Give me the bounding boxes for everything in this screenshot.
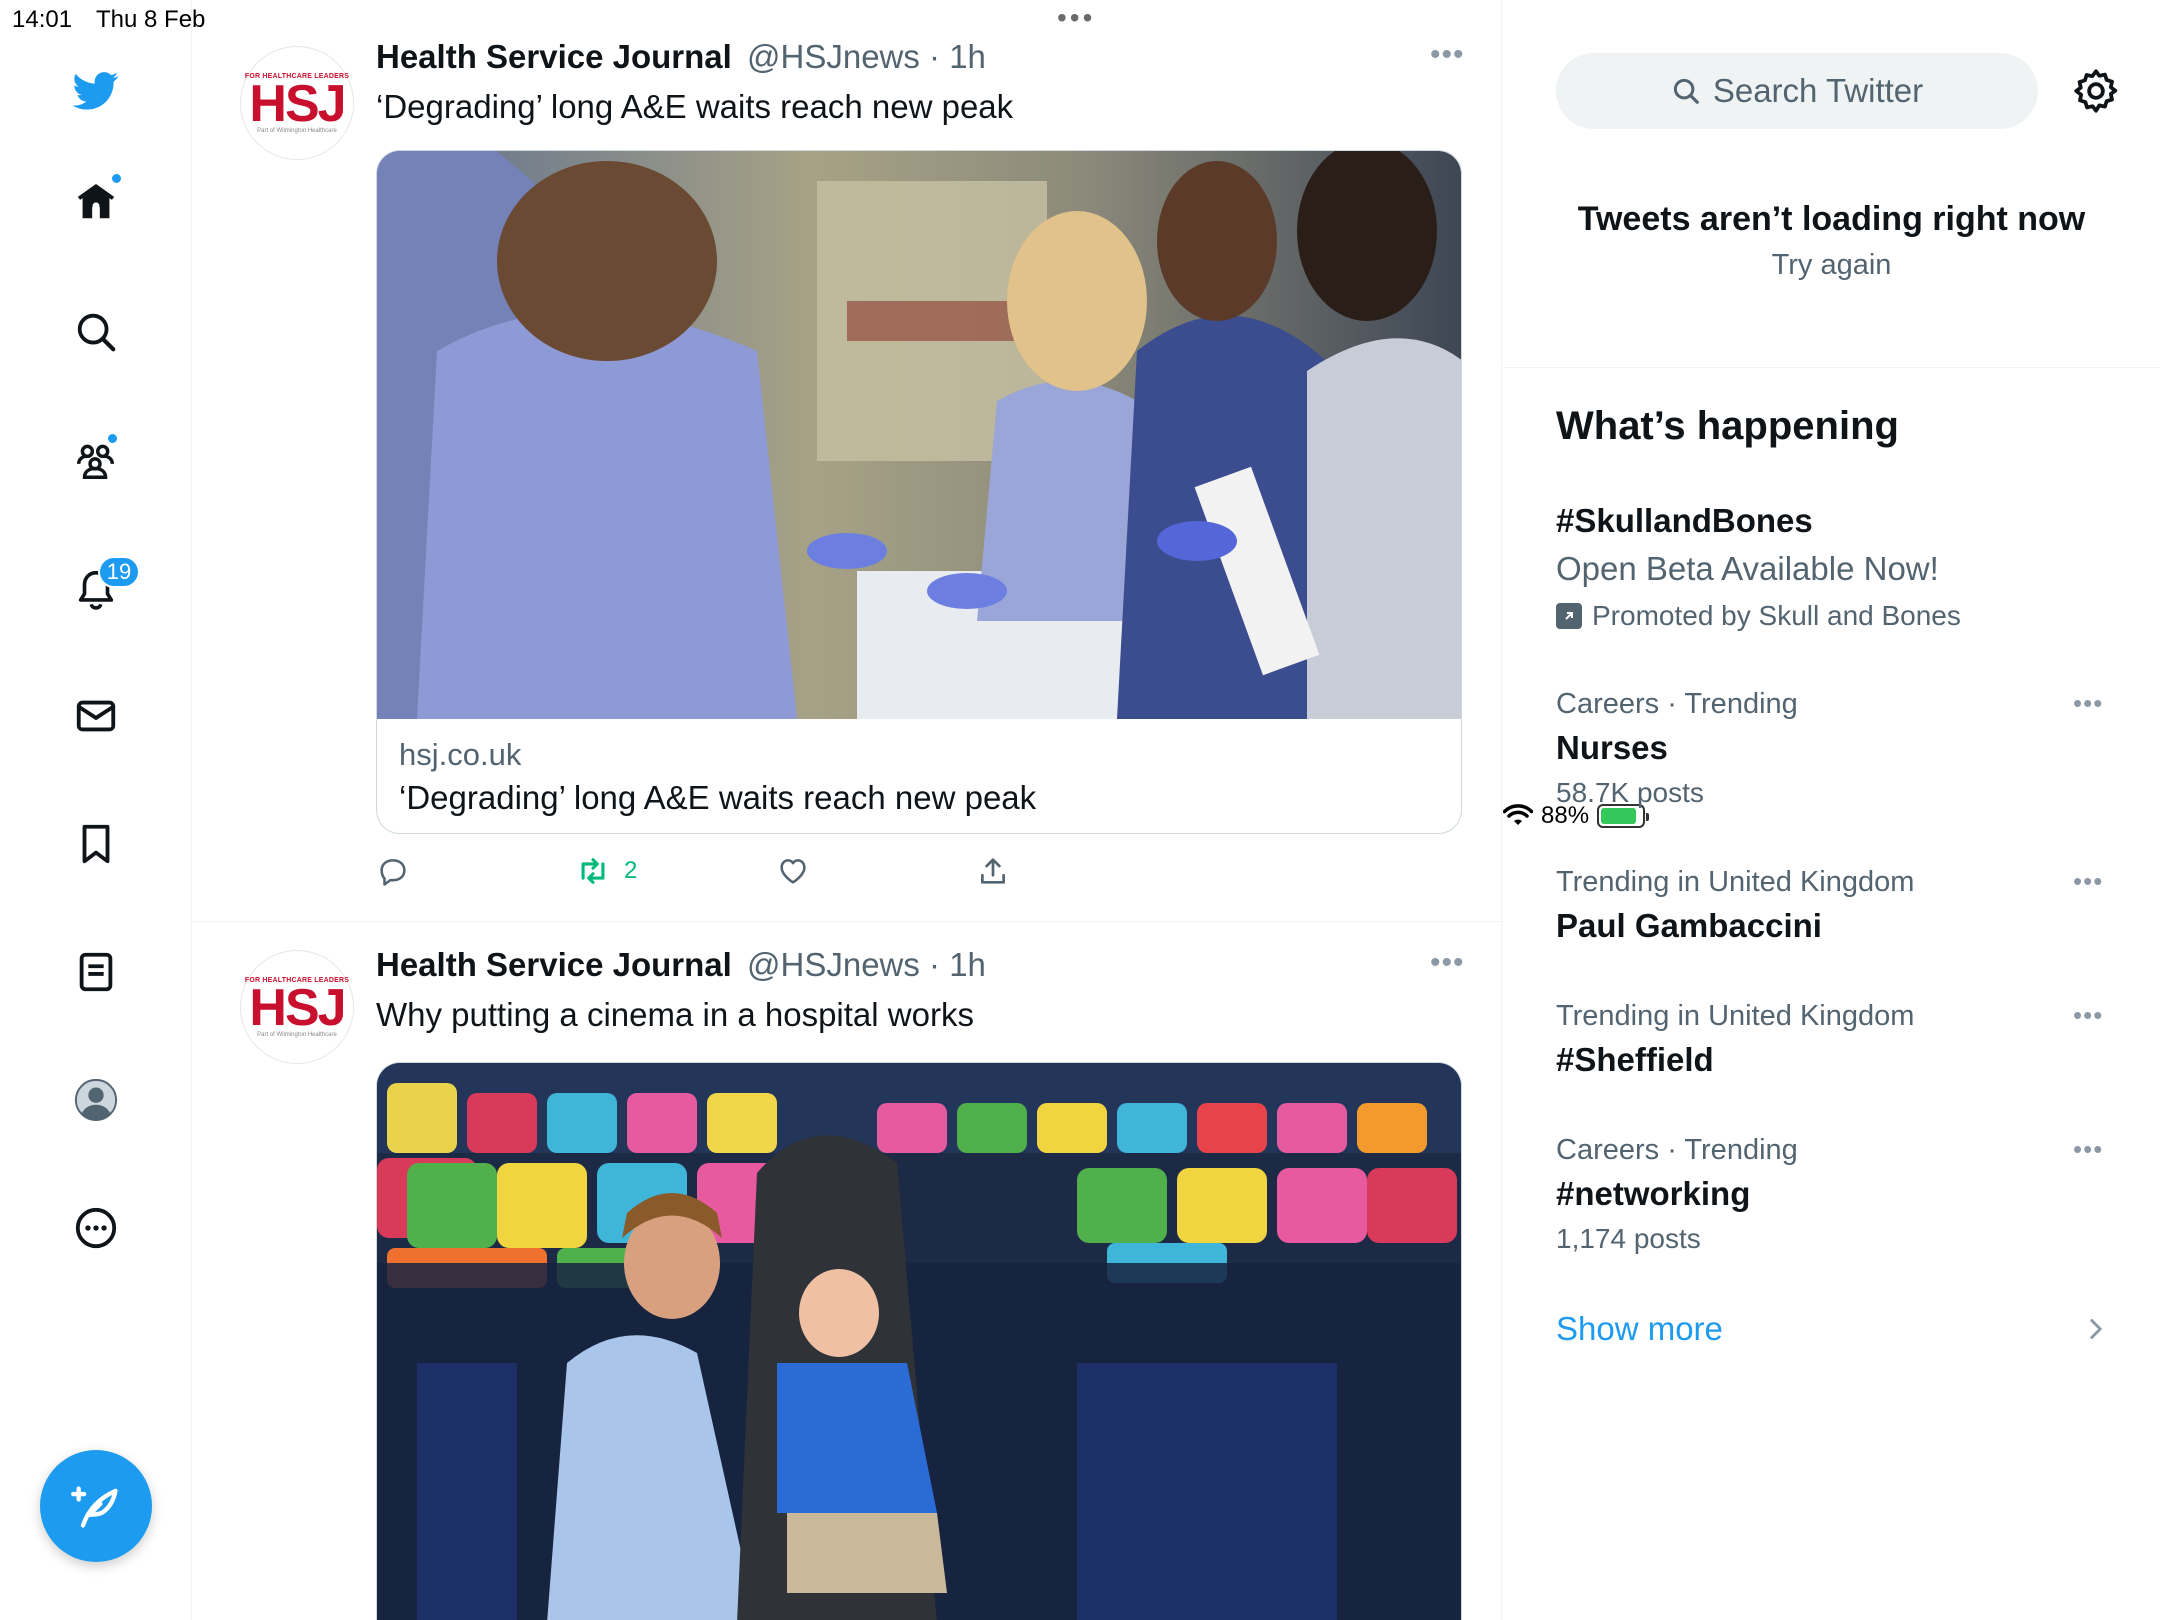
trend-name: Nurses	[1556, 729, 1668, 766]
tweet-header: Health Service Journal @HSJnews · 1h	[376, 946, 986, 984]
trend-item[interactable]: Trending in United Kingdom Paul Gambacci…	[1556, 866, 2116, 945]
promoted-icon	[1556, 603, 1582, 629]
twitter-logo-icon[interactable]	[66, 60, 126, 120]
more-options-circle-icon[interactable]	[66, 1198, 126, 1258]
trend-category: Trending in United Kingdom	[1556, 1000, 1915, 1032]
promoted-by-label: Promoted by Skull and Bones	[1592, 600, 1961, 631]
retweet-button[interactable]: 2	[576, 854, 637, 888]
communities-unread-dot	[106, 432, 119, 445]
trend-category: Trending in United Kingdom	[1556, 866, 1915, 898]
explore-search-icon[interactable]	[66, 302, 126, 362]
right-sidebar: Search Twitter Tweets aren’t loading rig…	[1503, 0, 2160, 1620]
tweet-actions: 2	[376, 854, 1462, 894]
timeline-feed[interactable]: FOR HEALTHCARE LEADERS HSJ Part of Wilmi…	[192, 0, 1502, 1620]
settings-gear-icon[interactable]	[2071, 66, 2121, 116]
trend-more-icon[interactable]: •••	[2073, 866, 2103, 897]
reply-button[interactable]	[376, 854, 410, 888]
promoted-trend[interactable]: #SkullandBones Open Beta Available Now! …	[1556, 502, 2116, 632]
heart-icon	[780, 859, 806, 884]
retweet-count: 2	[624, 857, 638, 884]
compose-tweet-button[interactable]	[40, 1450, 152, 1562]
hsj-logo-sub: Part of Wilmington Healthcare	[257, 1031, 337, 1038]
trend-more-icon[interactable]: •••	[2073, 688, 2103, 719]
link-card[interactable]: hsj.co.uk ‘Degrading’ long A&E waits rea…	[376, 150, 1462, 834]
card-title: ‘Degrading’ long A&E waits reach new pea…	[399, 779, 1037, 816]
chevron-right-icon[interactable]	[2083, 1312, 2109, 1346]
promoted-trend-name: #SkullandBones	[1556, 502, 1813, 539]
trend-name: #Sheffield	[1556, 1041, 1714, 1078]
promoted-subtitle: Open Beta Available Now!	[1556, 550, 1939, 587]
author-handle-time[interactable]: @HSJnews · 1h	[747, 38, 986, 75]
whats-happening-title: What’s happening	[1556, 404, 1899, 448]
tweets-error-box: Tweets aren’t loading right now Try agai…	[1503, 200, 2160, 282]
hsj-logo: HSJ	[249, 978, 346, 1037]
try-again-link[interactable]: Try again	[1503, 249, 2160, 282]
card-domain: hsj.co.uk	[399, 737, 522, 772]
error-title: Tweets aren’t loading right now	[1577, 200, 2086, 238]
trend-item[interactable]: Trending in United Kingdom #Sheffield	[1556, 1000, 2116, 1079]
profile-avatar-icon[interactable]	[66, 1070, 126, 1130]
trend-category: Careers · Trending	[1556, 1134, 1798, 1166]
reply-icon	[380, 859, 406, 886]
trend-more-icon[interactable]: •••	[2073, 1134, 2103, 1165]
tweet-more-icon[interactable]: •••	[1430, 38, 1465, 72]
search-placeholder: Search Twitter	[1712, 72, 1924, 109]
trend-more-icon[interactable]: •••	[2073, 1000, 2103, 1031]
divider	[1503, 367, 2160, 368]
tweet-header: Health Service Journal @HSJnews · 1h	[376, 38, 986, 76]
trend-category: Careers · Trending	[1556, 688, 1798, 720]
hsj-avatar[interactable]: FOR HEALTHCARE LEADERS HSJ Part of Wilmi…	[240, 46, 354, 160]
tweet-image-cinema[interactable]	[376, 1062, 1462, 1620]
author-name[interactable]: Health Service Journal	[376, 946, 732, 983]
trend-item[interactable]: Careers · Trending Nurses 58.7K posts	[1556, 688, 2116, 809]
trend-item[interactable]: Careers · Trending #networking 1,174 pos…	[1556, 1134, 2116, 1255]
tweet[interactable]: FOR HEALTHCARE LEADERS HSJ Part of Wilmi…	[192, 0, 1501, 922]
home-unread-dot	[110, 172, 123, 185]
hsj-avatar[interactable]: FOR HEALTHCARE LEADERS HSJ Part of Wilmi…	[240, 950, 354, 1064]
tweet-more-icon[interactable]: •••	[1430, 946, 1465, 980]
author-name[interactable]: Health Service Journal	[376, 38, 732, 75]
notifications-badge: 19	[98, 556, 140, 588]
author-handle-time[interactable]: @HSJnews · 1h	[747, 946, 986, 983]
search-icon	[1673, 78, 1699, 104]
trend-count: 1,174 posts	[1556, 1223, 1701, 1254]
cinema-photo	[377, 1063, 1461, 1620]
search-input[interactable]: Search Twitter	[1556, 53, 2038, 129]
bookmarks-icon[interactable]	[66, 814, 126, 874]
show-more-link[interactable]: Show more	[1556, 1310, 1723, 1348]
hsj-logo: HSJ	[249, 74, 346, 133]
messages-mail-icon[interactable]	[66, 686, 126, 746]
trend-count: 58.7K posts	[1556, 777, 1704, 808]
card-image-hospital-staff	[377, 151, 1461, 719]
retweet-icon	[581, 858, 605, 884]
trend-name: Paul Gambaccini	[1556, 907, 1822, 944]
home-icon[interactable]	[66, 172, 126, 232]
share-icon	[981, 858, 1005, 884]
tweet[interactable]: FOR HEALTHCARE LEADERS HSJ Part of Wilmi…	[192, 922, 1501, 1620]
tweet-text: Why putting a cinema in a hospital works	[376, 996, 974, 1033]
like-button[interactable]	[776, 854, 810, 888]
hsj-logo-sub: Part of Wilmington Healthcare	[257, 127, 337, 134]
tweet-text: ‘Degrading’ long A&E waits reach new pea…	[376, 88, 1014, 125]
promoted-by: Promoted by Skull and Bones	[1556, 600, 2116, 632]
share-button[interactable]	[976, 854, 1010, 888]
communities-icon[interactable]	[66, 430, 126, 490]
compose-feather-icon	[71, 1486, 118, 1528]
lists-icon[interactable]	[66, 942, 126, 1002]
trend-name: #networking	[1556, 1175, 1751, 1212]
left-navigation: 19	[0, 0, 192, 1620]
